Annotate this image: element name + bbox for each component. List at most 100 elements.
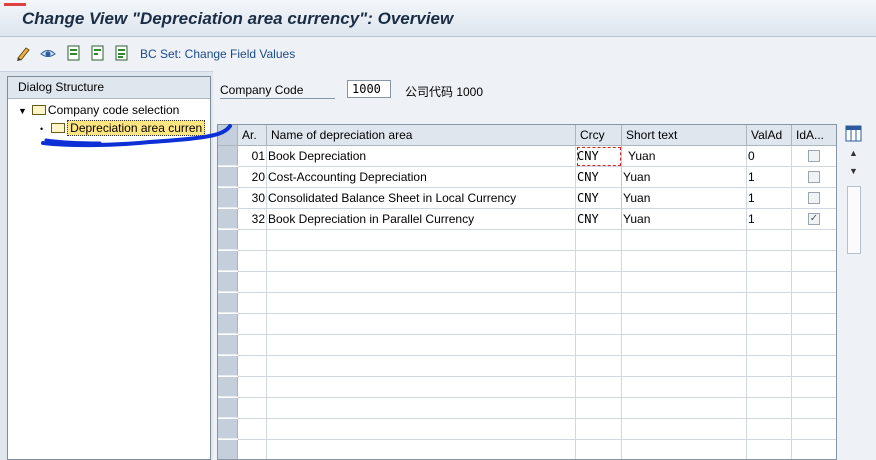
empty-cell	[747, 377, 792, 398]
row-selector[interactable]	[218, 209, 238, 229]
empty-cell	[576, 398, 622, 419]
cell-crcy-input[interactable]: CNY	[576, 188, 622, 209]
row-selector[interactable]	[218, 167, 238, 187]
empty-cell	[238, 251, 267, 272]
empty-cell	[267, 251, 576, 272]
empty-cell	[576, 356, 622, 377]
row-selector[interactable]	[218, 440, 238, 459]
row-selector[interactable]	[218, 377, 238, 397]
column-header-crcy[interactable]: Crcy	[576, 125, 622, 145]
scroll-thumb[interactable]	[847, 186, 861, 254]
empty-cell	[576, 377, 622, 398]
empty-cell	[622, 419, 747, 440]
table-row-empty[interactable]	[238, 398, 836, 419]
table-row-empty[interactable]	[238, 314, 836, 335]
column-header-short-text[interactable]: Short text	[622, 125, 747, 145]
table-row[interactable]: 01 Book Depreciation CNY Yuan 0	[238, 146, 836, 167]
row-selector[interactable]	[218, 251, 238, 271]
table-row-empty[interactable]	[238, 251, 836, 272]
row-selector[interactable]	[218, 398, 238, 418]
cell-crcy-input[interactable]: CNY	[576, 146, 622, 167]
empty-cell	[267, 356, 576, 377]
column-header-name[interactable]: Name of depreciation area	[267, 125, 576, 145]
table-row-empty[interactable]	[238, 377, 836, 398]
empty-cell	[576, 440, 622, 459]
empty-cell	[576, 335, 622, 356]
cell-short-text: Yuan	[622, 146, 747, 167]
empty-cell	[622, 377, 747, 398]
empty-cell	[622, 293, 747, 314]
cell-valad: 1	[747, 209, 792, 230]
cell-crcy-input[interactable]: CNY	[576, 167, 622, 188]
empty-cell	[238, 335, 267, 356]
table-row-empty[interactable]	[238, 293, 836, 314]
table-row-empty[interactable]	[238, 419, 836, 440]
row-selector[interactable]	[218, 356, 238, 376]
column-layout-icon[interactable]	[843, 124, 865, 144]
table-row-empty[interactable]	[238, 272, 836, 293]
row-selector[interactable]	[218, 419, 238, 439]
empty-cell	[267, 440, 576, 459]
row-selector[interactable]	[218, 314, 238, 334]
tree-item-company-code-selection[interactable]: ▼ Company code selection	[18, 101, 179, 119]
cell-ida	[792, 167, 836, 188]
empty-cell	[792, 377, 836, 398]
cell-valad: 1	[747, 167, 792, 188]
cell-name: Book Depreciation in Parallel Currency	[267, 209, 576, 230]
new-entries-icon[interactable]	[66, 45, 82, 61]
cell-name: Consolidated Balance Sheet in Local Curr…	[267, 188, 576, 209]
ida-checkbox[interactable]: ✓	[808, 213, 820, 225]
empty-cell	[792, 293, 836, 314]
empty-cell	[747, 293, 792, 314]
table-row-empty[interactable]	[238, 230, 836, 251]
bc-set-change-field-values-button[interactable]: BC Set: Change Field Values	[140, 47, 295, 61]
company-code-field[interactable]: 1000	[347, 80, 391, 98]
ida-checkbox[interactable]	[808, 192, 820, 204]
empty-cell	[792, 230, 836, 251]
row-selector[interactable]	[218, 230, 238, 250]
row-selector[interactable]	[218, 335, 238, 355]
display-change-icon[interactable]	[40, 45, 56, 61]
table-row-empty[interactable]	[238, 440, 836, 459]
table-row[interactable]: 20 Cost-Accounting Depreciation CNY Yuan…	[238, 167, 836, 188]
ida-checkbox[interactable]	[808, 150, 820, 162]
table-row[interactable]: 32 Book Depreciation in Parallel Currenc…	[238, 209, 836, 230]
empty-cell	[792, 314, 836, 335]
cell-area: 01	[238, 146, 267, 167]
row-selector[interactable]	[218, 188, 238, 208]
empty-cell	[747, 398, 792, 419]
cell-area: 32	[238, 209, 267, 230]
empty-cell	[622, 440, 747, 459]
empty-cell	[238, 293, 267, 314]
empty-cell	[792, 356, 836, 377]
ida-checkbox[interactable]	[808, 171, 820, 183]
copy-as-icon[interactable]	[90, 45, 106, 61]
scroll-up-icon[interactable]: ▲	[849, 148, 858, 158]
scroll-down-icon[interactable]: ▼	[849, 166, 858, 176]
table-row-empty[interactable]	[238, 335, 836, 356]
row-selector[interactable]	[218, 293, 238, 313]
table-row[interactable]: 30 Consolidated Balance Sheet in Local C…	[238, 188, 836, 209]
overview-content: Company Code 1000 公司代码 1000 Ar. Name of …	[213, 71, 876, 460]
empty-cell	[622, 230, 747, 251]
tree-item-depreciation-area-currency[interactable]: • Depreciation area curren	[40, 119, 206, 137]
cell-crcy-input[interactable]: CNY	[576, 209, 622, 230]
delete-icon[interactable]	[114, 45, 130, 61]
empty-cell	[576, 272, 622, 293]
expand-triangle-icon[interactable]: ▼	[18, 106, 27, 116]
column-header-ida[interactable]: IdA...	[792, 125, 836, 145]
edit-pencil-icon[interactable]	[16, 45, 32, 61]
empty-cell	[747, 335, 792, 356]
table-row-empty[interactable]	[238, 356, 836, 377]
row-selector[interactable]	[218, 146, 238, 166]
vertical-scrollbar[interactable]: ▲ ▼	[843, 124, 865, 460]
select-all-corner[interactable]	[218, 125, 238, 145]
cell-valad: 1	[747, 188, 792, 209]
row-selector[interactable]	[218, 272, 238, 292]
empty-cell	[267, 272, 576, 293]
empty-cell	[792, 251, 836, 272]
empty-cell	[576, 230, 622, 251]
column-header-valad[interactable]: ValAd	[747, 125, 792, 145]
column-header-area[interactable]: Ar.	[238, 125, 267, 145]
empty-cell	[747, 356, 792, 377]
